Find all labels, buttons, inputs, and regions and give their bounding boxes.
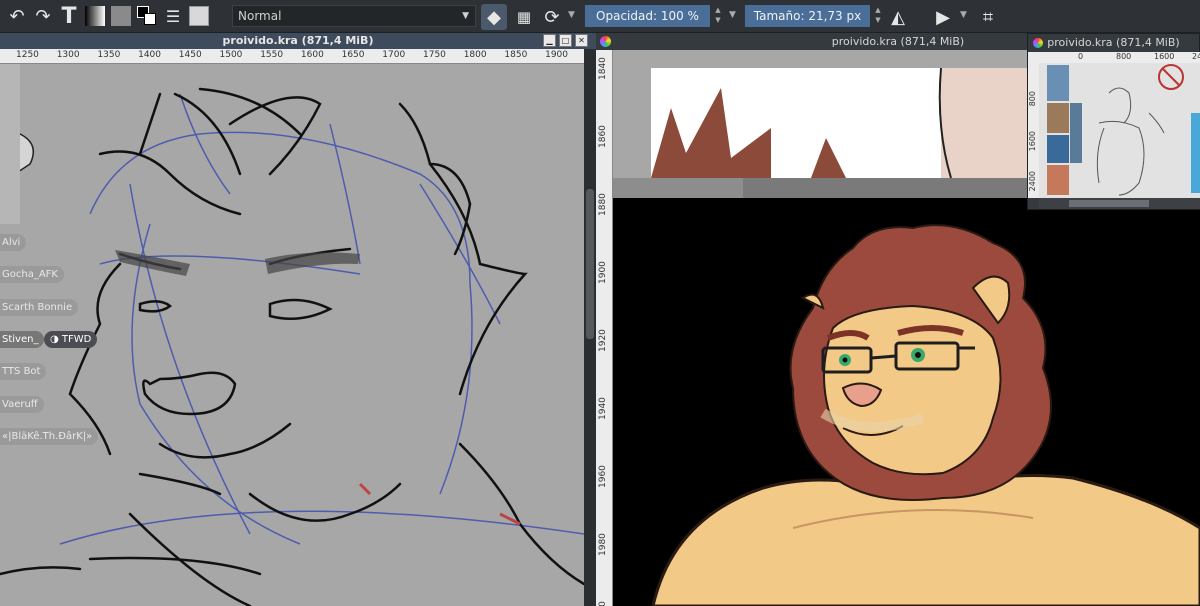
left-window-title: proivido.kra (871,4 MiB)	[222, 34, 374, 47]
ruler-tick: 1400	[138, 50, 161, 60]
color-swap-icon[interactable]	[137, 6, 157, 26]
minimize-button[interactable]: ▁	[543, 34, 556, 47]
chevron-down-icon[interactable]: ▼	[960, 10, 967, 20]
ruler-tick: 1300	[56, 50, 80, 60]
overview-title: proivido.kra (871,4 MiB)	[1047, 36, 1180, 49]
blend-mode-value: Normal	[238, 9, 282, 23]
ruler-tick: 1960	[598, 465, 608, 488]
mirror-horizontal-icon[interactable]: ◭	[885, 4, 911, 30]
lion-reference-art	[651, 224, 1200, 606]
right-window-title: proivido.kra (871,4 MiB)	[831, 35, 965, 48]
undo-button[interactable]: ↶	[4, 3, 30, 29]
chevron-down-icon[interactable]: ▼	[729, 10, 736, 20]
ruler-tick: 2400	[1028, 171, 1037, 192]
ruler-tick: 800	[1116, 52, 1132, 61]
reference-canvas-main[interactable]	[613, 198, 1200, 606]
eraser-mode-button[interactable]: ◆	[481, 4, 507, 30]
sketch-canvas[interactable]: Alvi Gocha_AFK Scarth Bonnie Stiven_ ◑ T…	[0, 64, 584, 606]
scrollbar-thumb[interactable]	[743, 178, 1043, 198]
chevron-down-icon[interactable]: ▼	[568, 10, 575, 20]
ruler-tick: 0	[1078, 52, 1084, 61]
overview-titlebar[interactable]: proivido.kra (871,4 MiB)	[1028, 34, 1199, 52]
redo-button[interactable]: ↷	[30, 3, 56, 29]
ruler-tick: 1350	[97, 50, 121, 60]
brush-preset-icon[interactable]	[189, 6, 209, 26]
overview-sketch	[1096, 64, 1200, 196]
ruler-tick: 1800	[463, 50, 487, 60]
chat-user-highlight: Stiven_	[0, 331, 45, 348]
close-button[interactable]: ✕	[575, 34, 588, 47]
ruler-tick: 1920	[598, 329, 608, 352]
krita-logo-icon	[1033, 38, 1043, 48]
chat-user: Alvi	[0, 234, 27, 251]
size-spinner[interactable]: ▲ ▼	[872, 5, 884, 27]
reference-strip	[651, 68, 1051, 178]
pattern-swatch[interactable]	[111, 6, 131, 26]
ruler-tick: 1840	[598, 57, 608, 80]
ruler-tick: 1900	[598, 261, 608, 284]
overview-scrollbar[interactable]	[1039, 198, 1200, 209]
text-tool-button[interactable]: T	[56, 3, 82, 29]
ruler-tick: 1860	[598, 125, 608, 148]
chat-tag: ◑ TFWD	[44, 331, 98, 348]
ruler-tick: 1600	[1154, 52, 1175, 61]
ruler-tick: 1750	[423, 50, 446, 60]
blend-mode-dropdown[interactable]: Normal ▼	[232, 5, 476, 27]
chevron-down-icon: ▼	[462, 11, 469, 21]
brush-settings-icon[interactable]: ☰	[160, 3, 186, 29]
mirror-vertical-icon[interactable]: ▶	[930, 4, 956, 30]
ruler-tick: 1700	[382, 50, 406, 60]
ruler-tick: 1650	[341, 50, 365, 60]
chat-user: Vaeruff	[0, 396, 44, 413]
ruler-tick: 2400	[1192, 52, 1200, 61]
scrollbar-thumb[interactable]	[1069, 200, 1149, 207]
ruler-tick: 1900	[545, 50, 568, 60]
horizontal-ruler: 1250 1300 1350 1400 1450 1500 1550 1600 1650 1700…	[0, 49, 584, 64]
vertical-scrollbar[interactable]	[584, 49, 596, 606]
ruler-tick: 1600	[1028, 131, 1037, 152]
overview-ruler-horizontal: 0 800 1600 2400	[1028, 52, 1200, 63]
left-window-titlebar[interactable]: proivido.kra (871,4 MiB) ▁ □ ✕	[0, 33, 596, 49]
vertical-ruler: 1840 1860 1880 1900 1920 1940 1960 1980 2000	[596, 50, 613, 606]
brush-size-slider[interactable]: Tamaño: 21,73 px	[745, 5, 870, 27]
reload-preset-icon[interactable]: ⟳	[539, 4, 565, 30]
ruler-tick: 1940	[598, 397, 608, 420]
overview-ruler-vertical: 800 1600 2400	[1028, 63, 1039, 198]
ruler-tick: 1450	[178, 50, 202, 60]
ruler-tick: 2000	[598, 601, 608, 606]
ruler-tick: 1850	[504, 50, 528, 60]
maximize-button[interactable]: □	[559, 34, 572, 47]
crop-tool-icon[interactable]: ⌗	[975, 4, 1001, 30]
ruler-tick: 1500	[219, 50, 243, 60]
alpha-lock-icon[interactable]: ▦	[511, 4, 537, 30]
ruler-tick: 1880	[598, 193, 608, 216]
overview-window[interactable]: proivido.kra (871,4 MiB) 0 800 1600 2400 80…	[1027, 33, 1200, 210]
chat-user: «|BläKê.Th.ÐârK|»	[0, 428, 99, 445]
overview-canvas[interactable]	[1039, 63, 1200, 200]
ruler-tick: 1250	[16, 50, 39, 60]
ruler-tick: 1980	[598, 533, 608, 556]
chat-user: TTS Bot	[0, 363, 47, 380]
ruler-tick: 1550	[260, 50, 284, 60]
krita-logo-icon	[600, 36, 611, 47]
scrollbar-thumb[interactable]	[586, 189, 594, 339]
gradient-swatch[interactable]	[85, 6, 105, 26]
chat-user: Scarth Bonnie	[0, 299, 79, 316]
ruler-tick: 800	[1028, 91, 1037, 107]
chat-user: Gocha_AFK	[0, 266, 64, 283]
opacity-spinner[interactable]: ▲ ▼	[712, 5, 724, 27]
krita-app: ↶ ↷ T ☰ Normal ▼ ◆ ▦ ⟳ ▼ Opacidad: 100 %…	[0, 0, 1200, 606]
ruler-tick: 1600	[300, 50, 324, 60]
opacity-slider[interactable]: Opacidad: 100 %	[585, 5, 710, 27]
chat-tag-text: TFWD	[61, 334, 92, 345]
